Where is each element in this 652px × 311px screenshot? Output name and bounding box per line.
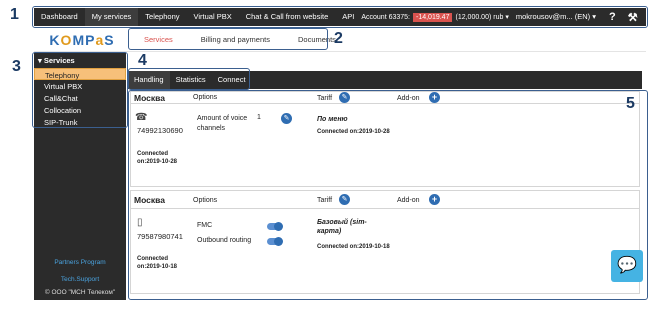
partners-program-link[interactable]: Partners Program [34,259,126,266]
annotation-box-5 [128,90,648,300]
annotation-number: 4 [138,52,147,69]
annotation-number: 2 [334,30,343,47]
copyright-text: © ООО "МСН Телеком" [44,289,116,296]
kompas-logo[interactable]: KOMPaS [34,32,130,48]
annotation-box-3 [32,52,128,128]
annotation-number: 5 [626,95,635,112]
annotation-box-4 [128,68,250,90]
annotation-box-1 [32,6,648,28]
annotation-box-2 [128,28,328,50]
annotation-number: 1 [10,6,19,23]
tech-support-link[interactable]: Tech.Support [34,276,126,283]
annotation-number: 3 [12,58,21,75]
